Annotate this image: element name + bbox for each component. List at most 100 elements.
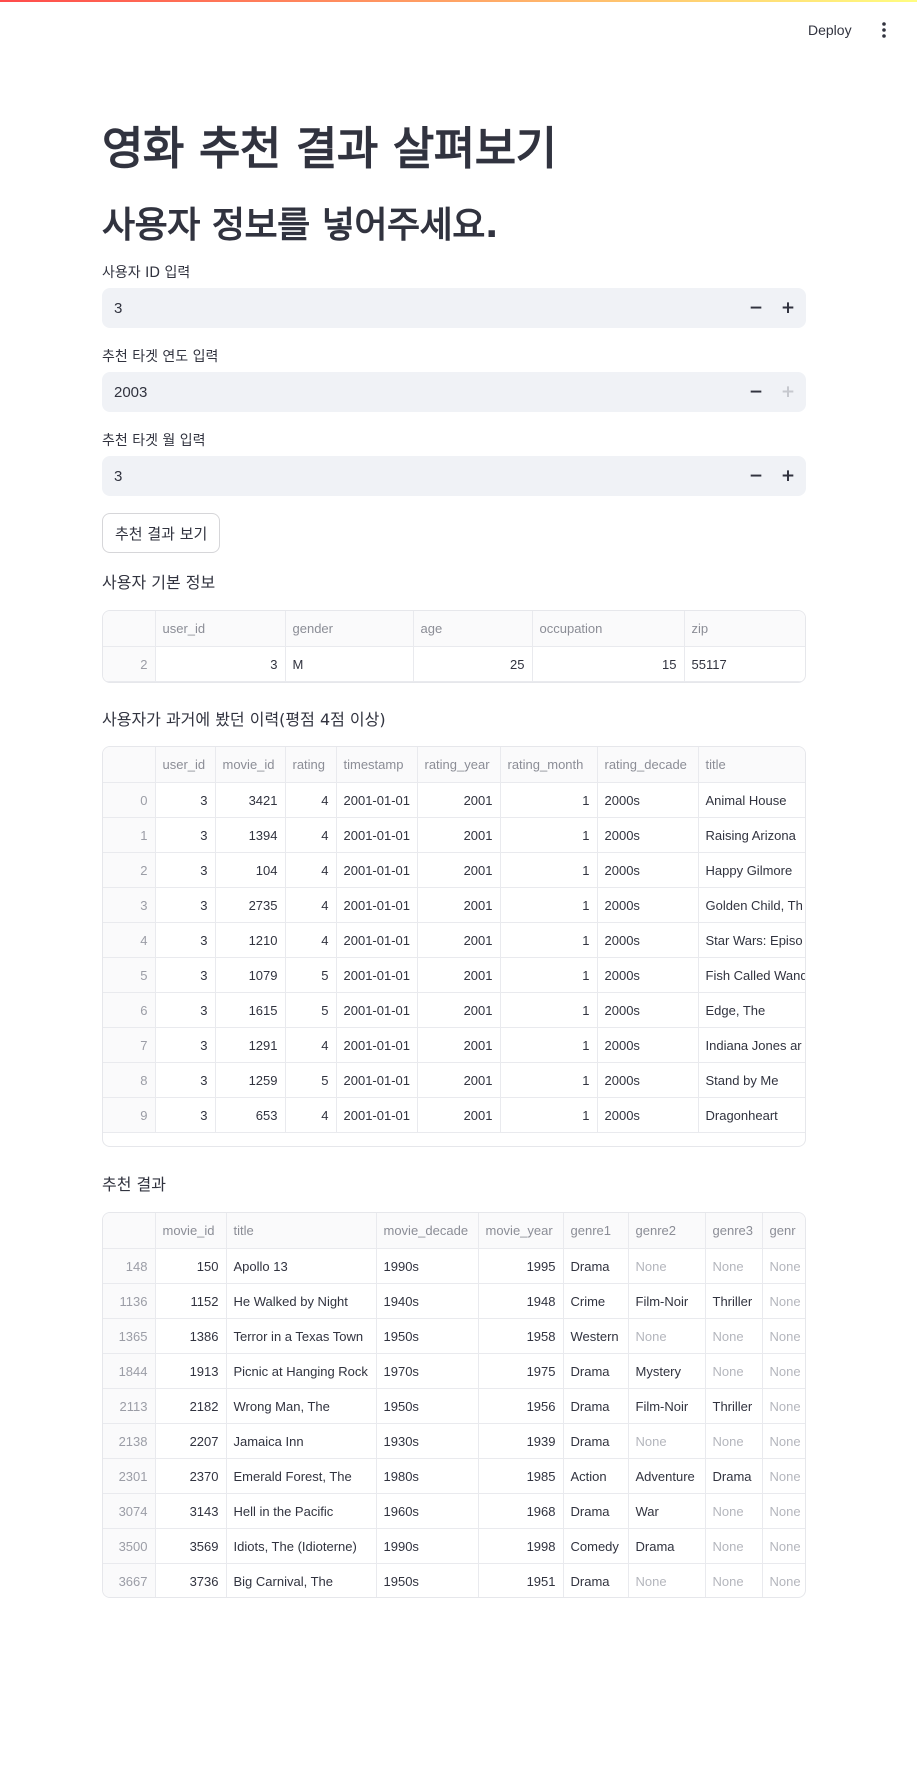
- table-cell[interactable]: 1948: [478, 1283, 564, 1319]
- table-cell[interactable]: 1: [500, 782, 598, 818]
- table-cell[interactable]: None: [762, 1248, 805, 1284]
- table-cell[interactable]: Drama: [563, 1493, 629, 1529]
- table-cell[interactable]: 1: [500, 852, 598, 888]
- table-cell[interactable]: 5: [285, 1062, 337, 1098]
- table-cell[interactable]: None: [762, 1353, 805, 1389]
- table-row[interactable]: 3667 3736 Big Carnival, The 1950s 1951 Drama N…: [103, 1563, 805, 1597]
- table-row[interactable]: 7 3 1291 4 2001-01-01 2001 1 2000s Indiana Jones…: [103, 1027, 805, 1063]
- table-cell[interactable]: 1950s: [376, 1318, 479, 1354]
- table-cell[interactable]: 2000s: [597, 992, 699, 1028]
- table-cell[interactable]: Animal House: [698, 782, 805, 818]
- table-cell[interactable]: 1259: [215, 1062, 286, 1098]
- table-cell[interactable]: 1990s: [376, 1248, 479, 1284]
- row-index[interactable]: 1: [103, 817, 156, 853]
- index-header[interactable]: [103, 1213, 156, 1249]
- table-cell[interactable]: 1958: [478, 1318, 564, 1354]
- table-cell[interactable]: Emerald Forest, The: [226, 1458, 377, 1494]
- row-index[interactable]: 2: [103, 646, 156, 682]
- table-cell[interactable]: Raising Arizona: [698, 817, 805, 853]
- row-index[interactable]: 3: [103, 887, 156, 923]
- column-header[interactable]: age: [413, 611, 533, 647]
- table-row[interactable]: 5 3 1079 5 2001-01-01 2001 1 2000s Fish Called W…: [103, 957, 805, 993]
- table-cell[interactable]: 1985: [478, 1458, 564, 1494]
- table-cell[interactable]: 3143: [155, 1493, 227, 1529]
- table-cell[interactable]: 2000s: [597, 1062, 699, 1098]
- table-cell[interactable]: 1956: [478, 1388, 564, 1424]
- row-index[interactable]: 8: [103, 1062, 156, 1098]
- table-cell[interactable]: 2182: [155, 1388, 227, 1424]
- table-cell[interactable]: 25: [413, 646, 533, 682]
- user-info-table[interactable]: user_id gender age occupation zip 2 3 M 25 15 551…: [102, 610, 806, 683]
- table-cell[interactable]: 3569: [155, 1528, 227, 1564]
- table-cell[interactable]: 2000s: [597, 1097, 699, 1133]
- index-header[interactable]: [103, 747, 156, 783]
- table-cell[interactable]: None: [705, 1318, 763, 1354]
- row-index[interactable]: 3667: [103, 1563, 156, 1597]
- table-cell[interactable]: Drama: [563, 1423, 629, 1459]
- row-index[interactable]: 5: [103, 957, 156, 993]
- table-cell[interactable]: 2370: [155, 1458, 227, 1494]
- table-cell[interactable]: 3: [155, 817, 216, 853]
- row-index[interactable]: 3500: [103, 1528, 156, 1564]
- column-header[interactable]: genr: [762, 1213, 805, 1249]
- deploy-button[interactable]: Deploy: [808, 18, 852, 42]
- row-index[interactable]: 9: [103, 1097, 156, 1133]
- table-cell[interactable]: 2001-01-01: [336, 782, 418, 818]
- table-cell[interactable]: Crime: [563, 1283, 629, 1319]
- table-row[interactable]: 0 3 3421 4 2001-01-01 2001 1 2000s Animal House: [103, 782, 805, 818]
- table-cell[interactable]: Big Carnival, The: [226, 1563, 377, 1597]
- table-cell[interactable]: Star Wars: Episo: [698, 922, 805, 958]
- month-decrement-button[interactable]: −: [740, 456, 772, 496]
- year-input[interactable]: [102, 371, 740, 413]
- table-cell[interactable]: 2000s: [597, 817, 699, 853]
- table-cell[interactable]: 2001: [417, 992, 501, 1028]
- table-cell[interactable]: 4: [285, 1027, 337, 1063]
- column-header[interactable]: user_id: [155, 747, 216, 783]
- column-header[interactable]: title: [698, 747, 805, 783]
- row-index[interactable]: 0: [103, 782, 156, 818]
- table-cell[interactable]: None: [762, 1528, 805, 1564]
- table-row[interactable]: 2138 2207 Jamaica Inn 1930s 1939 Drama None Non…: [103, 1423, 805, 1459]
- table-cell[interactable]: 1: [500, 1097, 598, 1133]
- table-cell[interactable]: Drama: [563, 1388, 629, 1424]
- table-cell[interactable]: None: [705, 1528, 763, 1564]
- table-cell[interactable]: None: [762, 1423, 805, 1459]
- table-cell[interactable]: Action: [563, 1458, 629, 1494]
- table-cell[interactable]: 4: [285, 922, 337, 958]
- table-row[interactable]: 148 150 Apollo 13 1990s 1995 Drama None None Non…: [103, 1248, 805, 1284]
- table-cell[interactable]: 3: [155, 922, 216, 958]
- more-vertical-icon[interactable]: [872, 18, 896, 42]
- table-cell[interactable]: Thriller: [705, 1388, 763, 1424]
- table-cell[interactable]: 104: [215, 852, 286, 888]
- table-cell[interactable]: 1291: [215, 1027, 286, 1063]
- column-header[interactable]: title: [226, 1213, 377, 1249]
- column-header[interactable]: genre3: [705, 1213, 763, 1249]
- table-cell[interactable]: 3: [155, 957, 216, 993]
- table-cell[interactable]: Comedy: [563, 1528, 629, 1564]
- table-cell[interactable]: 5: [285, 957, 337, 993]
- table-cell[interactable]: 1998: [478, 1528, 564, 1564]
- table-cell[interactable]: Apollo 13: [226, 1248, 377, 1284]
- table-cell[interactable]: Picnic at Hanging Rock: [226, 1353, 377, 1389]
- table-cell[interactable]: 3736: [155, 1563, 227, 1597]
- table-cell[interactable]: None: [628, 1318, 706, 1354]
- table-cell[interactable]: None: [762, 1388, 805, 1424]
- table-cell[interactable]: Hell in the Pacific: [226, 1493, 377, 1529]
- table-cell[interactable]: 2001: [417, 957, 501, 993]
- table-cell[interactable]: 2000s: [597, 782, 699, 818]
- table-cell[interactable]: 2001-01-01: [336, 957, 418, 993]
- table-cell[interactable]: Jamaica Inn: [226, 1423, 377, 1459]
- table-row[interactable]: 9 3 653 4 2001-01-01 2001 1 2000s Dragonheart: [103, 1097, 805, 1133]
- table-cell[interactable]: Drama: [563, 1563, 629, 1597]
- table-cell[interactable]: None: [705, 1563, 763, 1597]
- column-header[interactable]: movie_id: [155, 1213, 227, 1249]
- table-cell[interactable]: 2000s: [597, 922, 699, 958]
- table-cell[interactable]: 2001-01-01: [336, 887, 418, 923]
- table-cell[interactable]: Drama: [563, 1248, 629, 1284]
- table-cell[interactable]: 1: [500, 887, 598, 923]
- table-cell[interactable]: 3: [155, 646, 286, 682]
- table-cell[interactable]: Drama: [628, 1528, 706, 1564]
- table-cell[interactable]: 4: [285, 887, 337, 923]
- table-cell[interactable]: Adventure: [628, 1458, 706, 1494]
- table-cell[interactable]: None: [705, 1248, 763, 1284]
